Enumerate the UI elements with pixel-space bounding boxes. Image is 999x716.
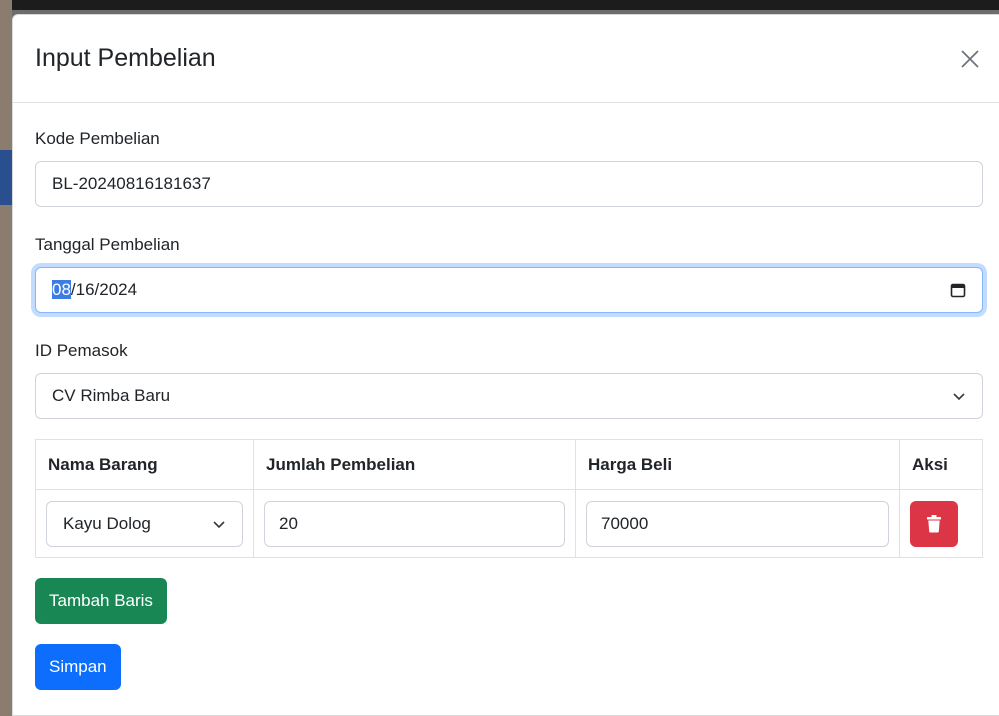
header-nama-barang: Nama Barang xyxy=(35,439,254,490)
close-button[interactable] xyxy=(955,44,985,74)
modal-title: Input Pembelian xyxy=(35,44,216,72)
trash-icon xyxy=(927,514,941,532)
nama-barang-select[interactable]: Kayu Dolog xyxy=(46,500,243,547)
jumlah-value: 20 xyxy=(279,513,298,533)
table-header-row: Nama Barang Jumlah Pembelian Harga Beli … xyxy=(35,439,983,490)
id-pemasok-select[interactable]: CV Rimba Baru xyxy=(35,373,983,419)
kode-pembelian-input[interactable]: BL-20240816181637 xyxy=(35,161,983,207)
harga-value: 70000 xyxy=(601,513,649,533)
chevron-down-icon xyxy=(213,520,225,528)
tanggal-value: 08/16/2024 xyxy=(52,280,137,300)
id-pemasok-value: CV Rimba Baru xyxy=(52,386,171,405)
tambah-baris-button[interactable]: Tambah Baris xyxy=(35,578,167,624)
harga-beli-input[interactable]: 70000 xyxy=(586,500,889,547)
tanggal-pembelian-input[interactable]: 08/16/2024 xyxy=(35,267,983,313)
delete-row-button[interactable] xyxy=(910,500,958,547)
kode-pembelian-label: Kode Pembelian xyxy=(35,129,160,148)
cell-aksi xyxy=(899,489,983,558)
modal-body: Kode Pembelian BL-20240816181637 Tanggal… xyxy=(13,129,999,690)
cell-nama-barang: Kayu Dolog xyxy=(35,489,254,558)
close-icon xyxy=(961,49,979,68)
chevron-down-icon xyxy=(953,393,965,401)
jumlah-pembelian-input[interactable]: 20 xyxy=(264,500,565,547)
backdrop-accent xyxy=(0,150,12,205)
header-jumlah-pembelian: Jumlah Pembelian xyxy=(253,439,576,490)
tanggal-month-segment[interactable]: 08 xyxy=(52,280,71,299)
backdrop-left-strip xyxy=(0,0,12,716)
tanggal-rest: /16/2024 xyxy=(70,280,138,299)
id-pemasok-label: ID Pemasok xyxy=(35,341,128,360)
backdrop-topbar xyxy=(0,0,999,10)
header-aksi: Aksi xyxy=(899,439,983,490)
tambah-row: Tambah Baris xyxy=(35,558,981,624)
items-table: Nama Barang Jumlah Pembelian Harga Beli … xyxy=(35,439,983,558)
cell-harga: 70000 xyxy=(575,489,900,558)
tanggal-pembelian-label: Tanggal Pembelian xyxy=(35,235,180,254)
cell-jumlah: 20 xyxy=(253,489,576,558)
modal-header: Input Pembelian xyxy=(13,15,999,103)
table-row: Kayu Dolog 20 70000 xyxy=(35,489,983,558)
kode-pembelian-value: BL-20240816181637 xyxy=(52,174,211,193)
simpan-button[interactable]: Simpan xyxy=(35,644,121,690)
header-harga-beli: Harga Beli xyxy=(575,439,900,490)
simpan-row: Simpan xyxy=(35,624,981,690)
input-pembelian-modal: Input Pembelian Kode Pembelian BL-202408… xyxy=(12,14,999,716)
nama-barang-value: Kayu Dolog xyxy=(63,513,151,533)
calendar-icon[interactable] xyxy=(950,282,966,298)
